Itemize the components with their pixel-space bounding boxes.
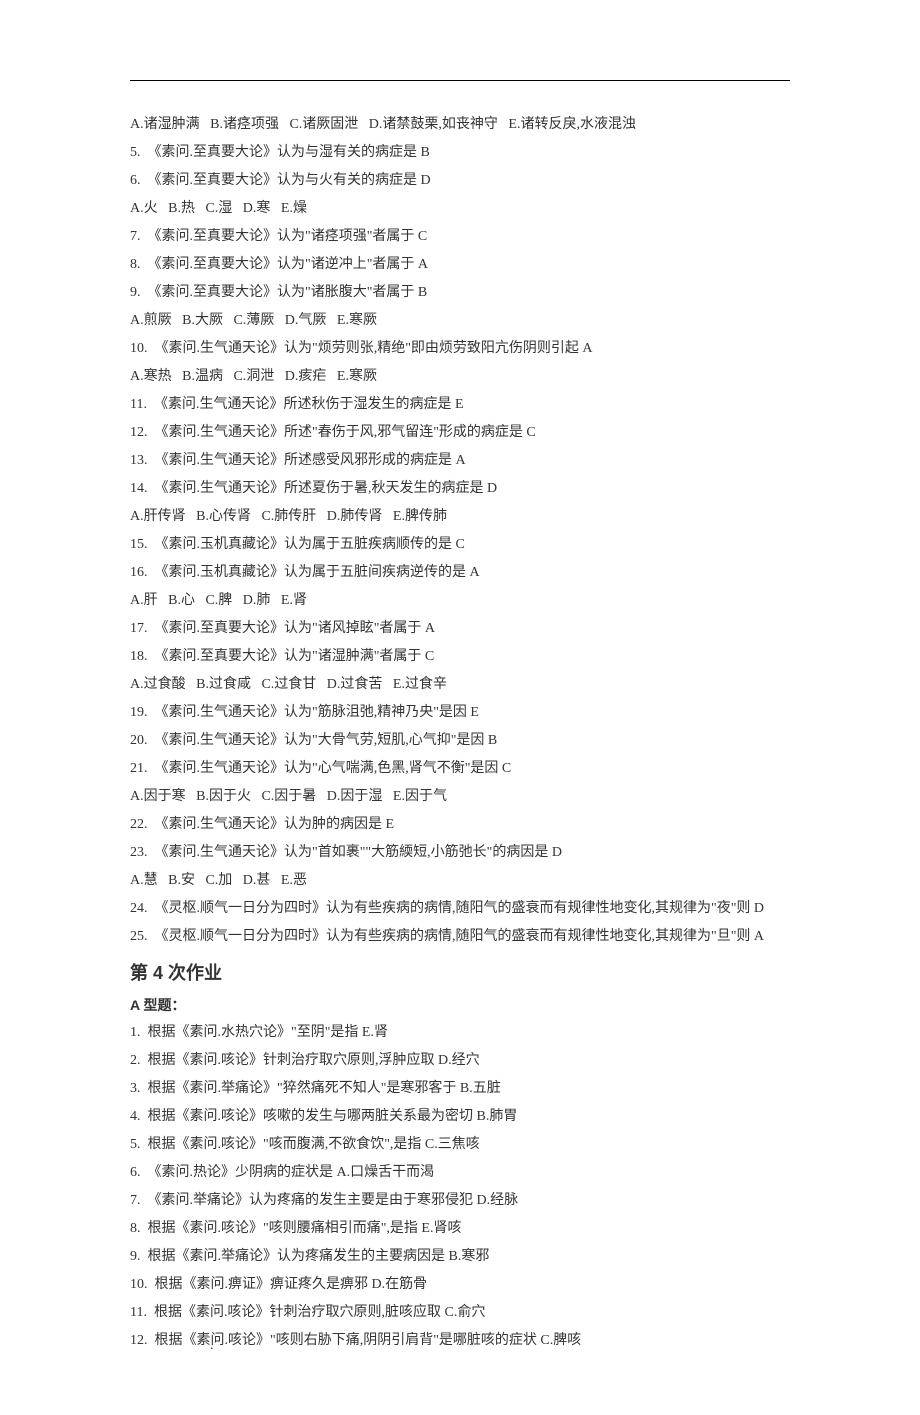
text-line: A.煎厥 B.大厥 C.薄厥 D.气厥 E.寒厥 [130, 307, 790, 335]
text-line: 5. 《素问.至真要大论》认为与湿有关的病症是 B [130, 139, 790, 167]
assignment-heading: 第 4 次作业 [130, 955, 790, 991]
text-line: 10. 《素问.生气通天论》认为"烦劳则张,精绝"即由烦劳致阳亢伤阴则引起 A [130, 335, 790, 363]
text-line: A.寒热 B.温病 C.洞泄 D.痎疟 E.寒厥 [130, 363, 790, 391]
text-line: 8. 《素问.至真要大论》认为"诸逆冲上"者属于 A [130, 251, 790, 279]
text-line: 14. 《素问.生气通天论》所述夏伤于暑,秋天发生的病症是 D [130, 475, 790, 503]
text-line: 9. 《素问.至真要大论》认为"诸胀腹大"者属于 B [130, 279, 790, 307]
text-line: A.因于寒 B.因于火 C.因于暑 D.因于湿 E.因于气 [130, 783, 790, 811]
text-line: 21. 《素问.生气通天论》认为"心气喘满,色黑,肾气不衡"是因 C [130, 755, 790, 783]
text-line: 7. 《素问.举痛论》认为疼痛的发生主要是由于寒邪侵犯 D.经脉 [130, 1187, 790, 1215]
text-line: 25. 《灵枢.顺气一日分为四时》认为有些疾病的病情,随阳气的盛衰而有规律性地变… [130, 923, 790, 951]
footer-dot: . [210, 1332, 214, 1360]
text-line: 11. 根据《素问.咳论》针刺治疗取穴原则,脏咳应取 C.俞穴 [130, 1299, 790, 1327]
text-line: 22. 《素问.生气通天论》认为肿的病因是 E [130, 811, 790, 839]
text-line: 16. 《素问.玉机真藏论》认为属于五脏间疾病逆传的是 A [130, 559, 790, 587]
text-line: 10. 根据《素问.痹证》痹证疼久是痹邪 D.在筋骨 [130, 1271, 790, 1299]
text-line: 13. 《素问.生气通天论》所述感受风邪形成的病症是 A [130, 447, 790, 475]
text-line: 17. 《素问.至真要大论》认为"诸风掉眩"者属于 A [130, 615, 790, 643]
text-line: 12. 《素问.生气通天论》所述"春伤于风,邪气留连"形成的病症是 C [130, 419, 790, 447]
text-line: A.火 B.热 C.湿 D.寒 E.燥 [130, 195, 790, 223]
text-line: 24. 《灵枢.顺气一日分为四时》认为有些疾病的病情,随阳气的盛衰而有规律性地变… [130, 895, 790, 923]
text-line: 9. 根据《素问.举痛论》认为疼痛发生的主要病因是 B.寒邪 [130, 1243, 790, 1271]
content-block-1: A.诸湿肿满 B.诸痉项强 C.诸厥固泄 D.诸禁鼓栗,如丧神守 E.诸转反戾,… [130, 111, 790, 951]
text-line: 20. 《素问.生气通天论》认为"大骨气劳,短肌,心气抑"是因 B [130, 727, 790, 755]
text-line: 23. 《素问.生气通天论》认为"首如裹""大筋緛短,小筋弛长"的病因是 D [130, 839, 790, 867]
text-line: 12. 根据《素问.咳论》"咳则右胁下痛,阴阴引肩背"是哪脏咳的症状 C.脾咳 [130, 1327, 790, 1355]
document-page: A.诸湿肿满 B.诸痉项强 C.诸厥固泄 D.诸禁鼓栗,如丧神守 E.诸转反戾,… [0, 0, 920, 1415]
text-line: 2. 根据《素问.咳论》针刺治疗取穴原则,浮肿应取 D.经穴 [130, 1047, 790, 1075]
text-line: 18. 《素问.至真要大论》认为"诸湿肿满"者属于 C [130, 643, 790, 671]
top-rule [130, 80, 790, 81]
text-line: 11. 《素问.生气通天论》所述秋伤于湿发生的病症是 E [130, 391, 790, 419]
text-line: A.肝 B.心 C.脾 D.肺 E.肾 [130, 587, 790, 615]
text-line: A.诸湿肿满 B.诸痉项强 C.诸厥固泄 D.诸禁鼓栗,如丧神守 E.诸转反戾,… [130, 111, 790, 139]
question-type-heading: A 型题： [130, 991, 790, 1019]
content-block-2: 1. 根据《素问.水热穴论》"至阴"是指 E.肾 2. 根据《素问.咳论》针刺治… [130, 1019, 790, 1355]
text-line: 15. 《素问.玉机真藏论》认为属于五脏疾病顺传的是 C [130, 531, 790, 559]
text-line: 1. 根据《素问.水热穴论》"至阴"是指 E.肾 [130, 1019, 790, 1047]
text-line: 5. 根据《素问.咳论》"咳而腹满,不欲食饮",是指 C.三焦咳 [130, 1131, 790, 1159]
text-line: A.肝传肾 B.心传肾 C.肺传肝 D.肺传肾 E.脾传肺 [130, 503, 790, 531]
text-line: 7. 《素问.至真要大论》认为"诸痉项强"者属于 C [130, 223, 790, 251]
text-line: A.慧 B.安 C.加 D.甚 E.恶 [130, 867, 790, 895]
text-line: 8. 根据《素问.咳论》"咳则腰痛相引而痛",是指 E.肾咳 [130, 1215, 790, 1243]
text-line: A.过食酸 B.过食咸 C.过食甘 D.过食苦 E.过食辛 [130, 671, 790, 699]
text-line: 3. 根据《素问.举痛论》"猝然痛死不知人"是寒邪客于 B.五脏 [130, 1075, 790, 1103]
text-line: 6. 《素问.热论》少阴病的症状是 A.口燥舌干而渴 [130, 1159, 790, 1187]
text-line: 6. 《素问.至真要大论》认为与火有关的病症是 D [130, 167, 790, 195]
text-line: 4. 根据《素问.咳论》咳嗽的发生与哪两脏关系最为密切 B.肺胃 [130, 1103, 790, 1131]
text-line: 19. 《素问.生气通天论》认为"筋脉沮弛,精神乃央"是因 E [130, 699, 790, 727]
